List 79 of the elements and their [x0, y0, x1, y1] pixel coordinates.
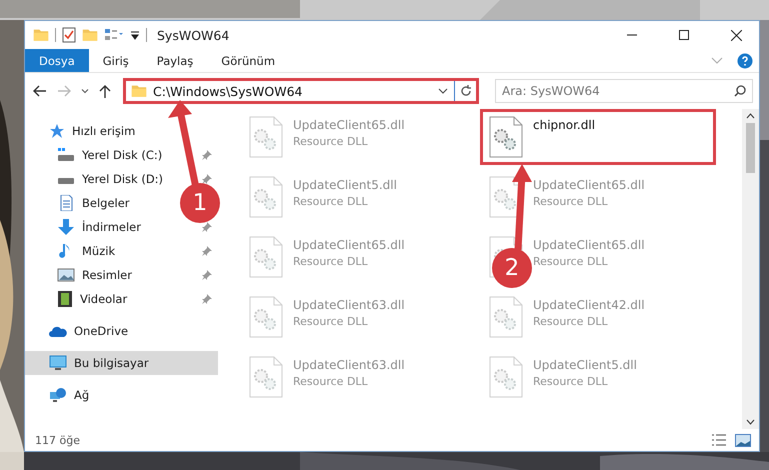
- file-type: Resource DLL: [533, 195, 609, 208]
- up-arrow-icon: [99, 84, 111, 98]
- sidebar-item[interactable]: Müzik: [57, 243, 116, 259]
- drive-icon: [57, 178, 75, 184]
- help-icon[interactable]: [737, 52, 753, 68]
- sidebar-item[interactable]: İndirmeler: [57, 219, 141, 235]
- gear-file-icon: [249, 236, 283, 278]
- gear-file-icon: [489, 356, 523, 398]
- scrollbar-thumb[interactable]: [746, 123, 755, 173]
- forward-arrow-icon: [57, 85, 71, 97]
- folder-icon: [82, 28, 98, 42]
- film-icon: [57, 290, 73, 308]
- sidebar-item[interactable]: OneDrive: [49, 324, 128, 338]
- cloud-icon: [49, 325, 67, 337]
- folder-icon: [131, 84, 147, 98]
- item-count: 117 öğe: [35, 434, 80, 446]
- chevron-down-icon: [81, 88, 89, 94]
- pin-icon: [202, 246, 212, 256]
- recent-locations-button[interactable]: [79, 86, 91, 96]
- back-arrow-icon: [33, 85, 47, 97]
- drive-icon: [57, 148, 75, 162]
- file-type: Resource DLL: [293, 255, 369, 268]
- network-icon: [49, 387, 67, 403]
- checklist-icon: [62, 27, 76, 43]
- scrollbar[interactable]: [742, 109, 759, 429]
- details-view-icon[interactable]: [711, 434, 727, 446]
- gear-file-icon: [489, 116, 523, 158]
- chevron-up-icon: [746, 113, 755, 119]
- ribbon-tab[interactable]: Giriş: [88, 49, 143, 72]
- refresh-icon: [460, 85, 472, 97]
- thumbnail-view-icon[interactable]: [735, 434, 751, 446]
- pin-icon: [202, 222, 212, 232]
- gear-file-icon: [249, 176, 283, 218]
- maximize-icon: [679, 30, 689, 40]
- sidebar-item[interactable]: Yerel Disk (D:): [57, 172, 164, 186]
- ribbon-tab[interactable]: Dosya: [25, 49, 89, 72]
- sidebar-item[interactable]: Resimler: [57, 268, 132, 282]
- monitor-icon: [49, 355, 67, 371]
- folder-icon: [33, 28, 49, 42]
- back-button[interactable]: [31, 83, 49, 99]
- gear-file-icon: [249, 356, 283, 398]
- properties-icon: [104, 28, 124, 42]
- gear-file-icon: [249, 296, 283, 338]
- gear-file-icon: [249, 116, 283, 158]
- address-path: C:\Windows\SysWOW64: [153, 84, 304, 98]
- minimize-icon: [627, 34, 637, 36]
- sidebar-item[interactable]: Bu bilgisayar: [25, 351, 218, 375]
- sidebar-item[interactable]: Yerel Disk (C:): [57, 148, 162, 162]
- sidebar-item[interactable]: Ağ: [49, 387, 90, 403]
- file-item[interactable]: chipnor.dll: [480, 109, 716, 165]
- picture-icon: [57, 268, 75, 282]
- pin-icon: [202, 294, 212, 304]
- close-icon: [730, 30, 742, 40]
- ribbon-tab[interactable]: Paylaş: [142, 49, 208, 72]
- pin-icon: [202, 150, 212, 160]
- sidebar-item[interactable]: Videolar: [57, 290, 128, 308]
- file-type: Resource DLL: [293, 315, 369, 328]
- sidebar-item[interactable]: Belgeler: [57, 195, 130, 211]
- file-type: Resource DLL: [293, 195, 369, 208]
- address-bar[interactable]: C:\Windows\SysWOW64: [123, 78, 479, 104]
- dropdown-icon: [130, 30, 140, 40]
- file-type: Resource DLL: [533, 255, 609, 268]
- file-type: Resource DLL: [533, 315, 609, 328]
- chevron-down-icon: [746, 419, 755, 425]
- window-title: SysWOW64: [157, 28, 230, 42]
- file-type: Resource DLL: [293, 135, 369, 148]
- search-field[interactable]: Ara: SysWOW64: [495, 79, 753, 103]
- pin-icon: [202, 174, 212, 184]
- search-icon: [734, 85, 746, 97]
- pin-icon: [202, 270, 212, 280]
- gear-file-icon: [489, 296, 523, 338]
- file-type: Resource DLL: [533, 375, 609, 388]
- sidebar-item[interactable]: Hızlı erişim: [49, 123, 136, 139]
- ribbon-tab[interactable]: Görünüm: [207, 49, 290, 72]
- star-icon: [49, 123, 65, 139]
- download-arrow-icon: [57, 219, 75, 235]
- chevron-down-icon: [438, 88, 448, 94]
- file-type: Resource DLL: [293, 375, 369, 388]
- file-name[interactable]: chipnor.dll: [533, 118, 596, 132]
